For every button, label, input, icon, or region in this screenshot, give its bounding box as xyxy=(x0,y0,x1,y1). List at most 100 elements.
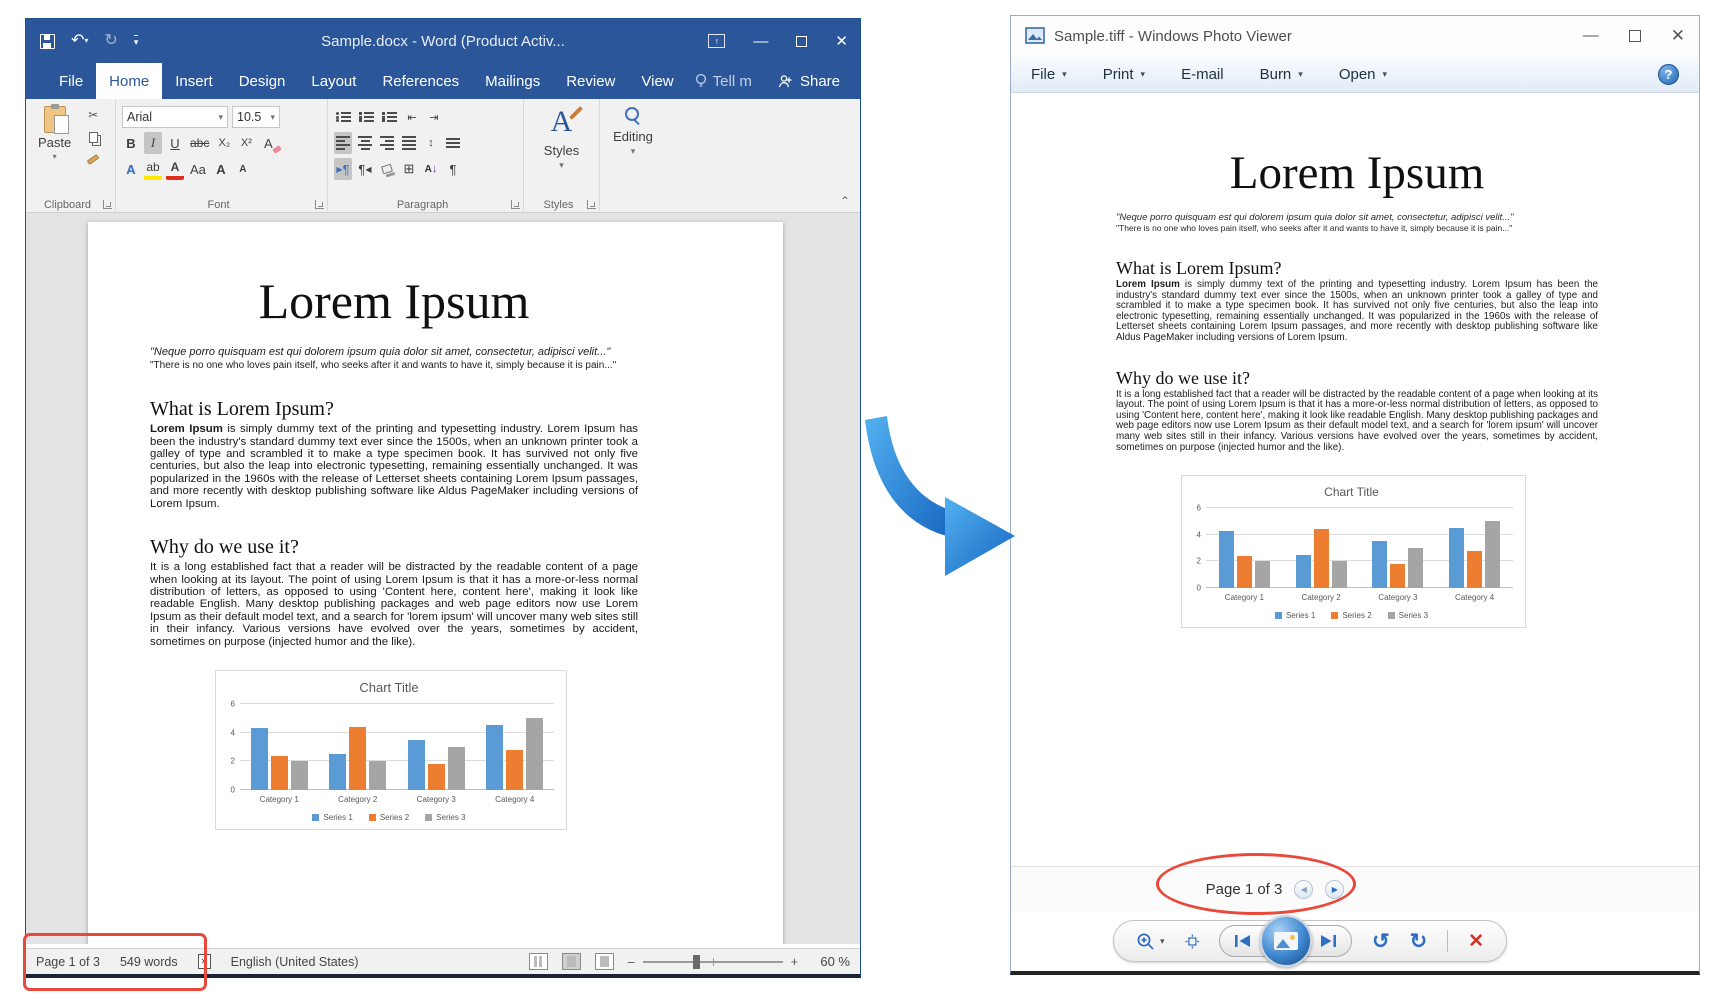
undo-icon: ↶ xyxy=(71,32,84,49)
next-image-icon[interactable] xyxy=(1319,934,1337,948)
align-right-button[interactable] xyxy=(378,132,396,154)
paragraph-dialog-launcher-icon[interactable] xyxy=(511,200,520,209)
text-effects-button[interactable]: A xyxy=(122,158,140,180)
grow-font-button[interactable]: A xyxy=(212,158,230,180)
magnifier-plus-icon xyxy=(1136,932,1155,951)
font-dialog-launcher-icon[interactable] xyxy=(315,200,324,209)
tab-mailings[interactable]: Mailings xyxy=(472,63,553,99)
shrink-font-button[interactable]: A xyxy=(234,158,252,180)
tab-references[interactable]: References xyxy=(369,63,472,99)
font-size-combo[interactable]: 10.5 ▾ xyxy=(232,106,280,128)
rotate-counterclockwise-icon[interactable]: ↺ xyxy=(1372,931,1390,952)
zoom-out-icon[interactable]: – xyxy=(628,955,635,969)
clipboard-icon xyxy=(44,106,66,133)
actual-size-icon[interactable] xyxy=(1185,933,1200,950)
shading-button[interactable] xyxy=(378,158,396,180)
line-spacing-icon[interactable]: ↕ xyxy=(422,132,440,154)
change-case-button[interactable]: Aa xyxy=(188,158,208,180)
redo-icon[interactable]: ↻ xyxy=(104,33,117,49)
tab-file[interactable]: File xyxy=(46,63,96,99)
tab-review[interactable]: Review xyxy=(553,63,628,99)
paste-button[interactable]: Paste ▾ xyxy=(32,104,77,168)
search-icon[interactable] xyxy=(625,107,641,123)
previous-image-icon[interactable] xyxy=(1234,934,1252,948)
chart-bar xyxy=(251,728,268,790)
tab-view[interactable]: View xyxy=(628,63,686,99)
numbering-button[interactable] xyxy=(357,106,376,128)
rotate-clockwise-icon[interactable]: ↻ xyxy=(1410,931,1428,952)
underline-button[interactable]: U xyxy=(166,132,184,154)
styles-label[interactable]: Styles xyxy=(544,143,579,158)
font-group-label: Font xyxy=(120,199,317,211)
zoom-slider[interactable] xyxy=(643,961,783,963)
font-color-button[interactable]: A xyxy=(166,158,184,180)
bullets-button[interactable] xyxy=(334,106,353,128)
menu-file[interactable]: File▾ xyxy=(1031,66,1067,83)
help-button[interactable]: ? xyxy=(1658,64,1679,85)
menu-open[interactable]: Open▾ xyxy=(1339,66,1387,83)
close-button[interactable]: ✕ xyxy=(1671,26,1685,46)
zoom-slider-thumb[interactable] xyxy=(693,955,700,969)
zoom-percent[interactable]: 60 % xyxy=(812,954,850,969)
customize-qat-icon[interactable]: ▾ xyxy=(134,35,139,48)
italic-button[interactable]: I xyxy=(144,132,162,154)
styles-icon[interactable]: A xyxy=(551,107,573,137)
menu-print[interactable]: Print▾ xyxy=(1103,66,1145,83)
show-hide-pilcrow-icon[interactable]: ¶ xyxy=(444,158,462,180)
clipboard-group: Paste ▾ ✂ Clipboard xyxy=(26,99,116,212)
document-page[interactable]: Lorem Ipsum "Neque porro quisquam est qu… xyxy=(88,222,783,944)
menu-burn[interactable]: Burn▾ xyxy=(1260,66,1303,83)
font-name-combo[interactable]: Arial ▾ xyxy=(122,106,228,128)
multilevel-list-button[interactable] xyxy=(380,106,399,128)
ribbon-display-options-icon[interactable]: ↑ xyxy=(708,34,725,48)
doc-quote-latin: "Neque porro quisquam est qui dolorem ip… xyxy=(150,346,638,360)
line-spacing-lines-icon[interactable] xyxy=(444,132,462,154)
tab-insert[interactable]: Insert xyxy=(162,63,226,99)
web-layout-button[interactable] xyxy=(595,953,614,970)
language-indicator[interactable]: English (United States) xyxy=(231,955,359,969)
tab-design[interactable]: Design xyxy=(226,63,299,99)
tell-me-box[interactable]: Tell m xyxy=(687,63,760,99)
superscript-button[interactable]: X² xyxy=(237,132,255,154)
zoom-in-icon[interactable]: + xyxy=(791,955,798,969)
zoom-tool-button[interactable]: ▾ xyxy=(1136,932,1165,951)
play-slideshow-button[interactable] xyxy=(1260,915,1312,967)
justify-button[interactable] xyxy=(400,132,418,154)
highlight-color-button[interactable]: ab xyxy=(144,158,162,180)
format-painter-icon[interactable] xyxy=(83,150,103,168)
cut-icon[interactable]: ✂ xyxy=(83,106,103,124)
read-mode-button[interactable] xyxy=(529,953,548,970)
menu-email[interactable]: E-mail xyxy=(1181,66,1224,83)
tab-layout[interactable]: Layout xyxy=(298,63,369,99)
increase-indent-icon[interactable]: ⇥ xyxy=(425,106,443,128)
minimize-button[interactable]: — xyxy=(753,34,768,49)
borders-icon[interactable]: ⊞ xyxy=(400,158,418,180)
copy-icon[interactable] xyxy=(83,128,103,146)
chart-bar xyxy=(1219,531,1234,588)
undo-button[interactable]: ↶▾ xyxy=(71,32,88,50)
decrease-indent-icon[interactable]: ⇤ xyxy=(403,106,421,128)
bold-button[interactable]: B xyxy=(122,132,140,154)
clipboard-dialog-launcher-icon[interactable] xyxy=(103,200,112,209)
tab-home[interactable]: Home xyxy=(96,63,162,99)
subscript-button[interactable]: X₂ xyxy=(215,132,233,154)
share-button[interactable]: Share xyxy=(768,63,860,99)
sort-button[interactable]: A↓ xyxy=(422,158,440,180)
delete-button[interactable]: ✕ xyxy=(1468,932,1484,951)
align-center-button[interactable] xyxy=(356,132,374,154)
styles-dialog-launcher-icon[interactable] xyxy=(587,200,596,209)
clear-formatting-button[interactable]: A xyxy=(259,132,277,154)
collapse-ribbon-icon[interactable]: ⌃ xyxy=(840,194,850,208)
maximize-button[interactable] xyxy=(1629,30,1641,42)
minimize-button[interactable]: — xyxy=(1583,27,1599,45)
close-button[interactable]: ✕ xyxy=(835,34,848,49)
save-icon[interactable] xyxy=(40,34,55,49)
toolbar-divider xyxy=(1447,930,1448,952)
editing-label[interactable]: Editing xyxy=(613,129,653,144)
align-left-button[interactable] xyxy=(334,132,352,154)
maximize-button[interactable] xyxy=(796,36,807,47)
right-to-left-button[interactable]: ¶◀ xyxy=(356,158,374,180)
strikethrough-button[interactable]: abc xyxy=(188,132,211,154)
print-layout-button[interactable] xyxy=(562,953,581,970)
left-to-right-button[interactable]: ▶¶ xyxy=(334,158,352,180)
